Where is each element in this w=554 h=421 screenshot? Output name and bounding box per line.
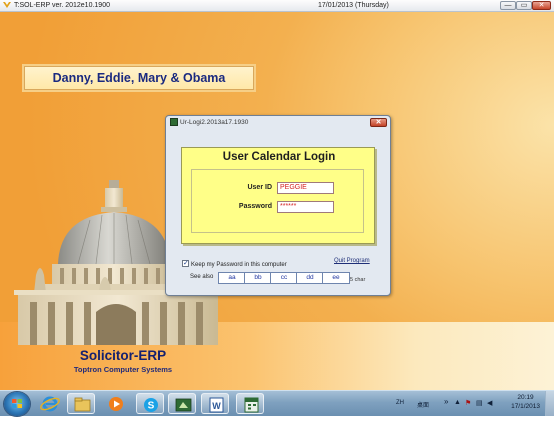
media-player-icon bbox=[109, 397, 123, 411]
taskbar-word[interactable]: W bbox=[201, 393, 229, 414]
char-note: 5 char bbox=[350, 277, 366, 283]
maximize-button[interactable]: ▭ bbox=[516, 1, 532, 10]
taskbar-media-player[interactable] bbox=[102, 393, 130, 414]
app-logo-icon bbox=[3, 2, 11, 8]
taskbar-file-explorer[interactable] bbox=[67, 393, 95, 414]
clock-date: 17/1/2013 bbox=[511, 403, 540, 410]
user-names-banner: Danny, Eddie, Mary & Obama bbox=[24, 66, 254, 90]
tray-clock[interactable]: 20:19 17/1/2013 bbox=[511, 393, 540, 411]
dialog-title: Ur-Logi2.2013a17.1930 bbox=[180, 119, 249, 126]
taskbar-internet-explorer[interactable] bbox=[36, 393, 64, 414]
taskbar-calendar-app[interactable] bbox=[236, 393, 264, 414]
login-dialog: Ur-Logi2.2013a17.1930 ✕ User Calendar Lo… bbox=[165, 115, 391, 296]
tray-overflow-chevron[interactable]: » bbox=[444, 397, 448, 406]
password-label: Password bbox=[238, 203, 272, 210]
taskbar: S W ZH 桌面 » ▲ ⚑ ▤ ◀ 20:19 17/1/2013 bbox=[0, 390, 554, 416]
minimize-button[interactable]: — bbox=[500, 1, 516, 10]
window-titlebar: T:SOL-ERP ver. 2012e10.1900 17/01/2013 (… bbox=[0, 0, 554, 12]
window-title: T:SOL-ERP ver. 2012e10.1900 bbox=[14, 2, 110, 9]
brand-block: Solicitor-ERP Toptron Computer Systems bbox=[57, 348, 189, 374]
taskbar-skype[interactable]: S bbox=[136, 393, 164, 414]
close-button[interactable]: ✕ bbox=[532, 1, 551, 10]
tray-network-icon[interactable]: ▤ bbox=[476, 399, 483, 407]
internet-explorer-icon bbox=[40, 396, 60, 412]
user-id-label: User ID bbox=[247, 184, 272, 191]
tray-desktop-toolbar[interactable]: 桌面 bbox=[417, 400, 429, 409]
login-panel: User Calendar Login User ID PEGGIE Passw… bbox=[181, 147, 375, 244]
keep-password-row[interactable]: Keep my Password in this computer bbox=[182, 259, 287, 268]
dialog-titlebar: Ur-Logi2.2013a17.1930 ✕ bbox=[166, 116, 390, 129]
svg-text:W: W bbox=[212, 401, 221, 411]
clock-time: 20:19 bbox=[517, 394, 534, 401]
brand-subtitle: Toptron Computer Systems bbox=[73, 365, 173, 374]
window-date: 17/01/2013 (Thursday) bbox=[318, 2, 389, 9]
tray-up-arrow-icon[interactable]: ▲ bbox=[454, 399, 461, 406]
windows-logo-icon bbox=[12, 399, 22, 408]
dialog-close-button[interactable]: ✕ bbox=[370, 118, 387, 127]
see-also-button-aa[interactable]: aa bbox=[218, 272, 246, 284]
dialog-app-icon bbox=[170, 118, 178, 126]
calendar-app-icon bbox=[244, 397, 259, 413]
user-id-input[interactable]: PEGGIE bbox=[277, 182, 334, 194]
tray-flag-icon[interactable]: ⚑ bbox=[465, 399, 471, 407]
keep-password-checkbox[interactable] bbox=[182, 259, 189, 267]
erp-app-icon bbox=[175, 398, 192, 412]
tray-language[interactable]: ZH bbox=[396, 400, 404, 406]
see-also-button-ee[interactable]: ee bbox=[322, 272, 350, 284]
see-also-button-cc[interactable]: cc bbox=[270, 272, 298, 284]
word-document-icon: W bbox=[209, 397, 224, 413]
system-tray: ZH 桌面 » ▲ ⚑ ▤ ◀ 20:19 17/1/2013 bbox=[385, 391, 554, 416]
brand-name: Solicitor-ERP bbox=[79, 348, 167, 363]
quit-program-link[interactable]: Quit Program bbox=[334, 258, 370, 264]
keep-password-label: Keep my Password in this computer bbox=[191, 262, 287, 268]
password-input[interactable]: ****** bbox=[277, 201, 334, 213]
tray-volume-icon[interactable]: ◀ bbox=[487, 399, 492, 407]
see-also-button-bb[interactable]: bb bbox=[244, 272, 272, 284]
see-also-button-dd[interactable]: dd bbox=[296, 272, 324, 284]
skype-icon: S bbox=[144, 398, 158, 412]
start-button[interactable] bbox=[4, 392, 30, 416]
see-also-label: See also bbox=[190, 274, 214, 280]
credentials-box: User ID PEGGIE Password ****** bbox=[191, 169, 364, 233]
show-desktop-button[interactable] bbox=[545, 391, 554, 416]
svg-text:S: S bbox=[148, 401, 155, 412]
taskbar-erp-app[interactable] bbox=[168, 393, 196, 414]
login-heading: User Calendar Login bbox=[222, 151, 336, 163]
folder-icon bbox=[74, 397, 91, 412]
